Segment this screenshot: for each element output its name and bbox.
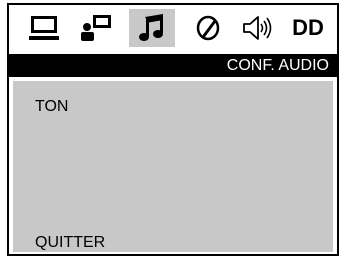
tab-bar: DD — [9, 5, 337, 53]
menu-item-ton[interactable]: TON — [35, 98, 68, 116]
tab-general[interactable] — [21, 9, 67, 47]
tab-audio[interactable] — [129, 9, 175, 47]
person-monitor-icon — [81, 15, 111, 41]
monitor-icon — [29, 16, 59, 40]
page-title: CONF. AUDIO — [226, 57, 329, 74]
menu-panel: TON QUITTER — [13, 81, 333, 252]
tab-dolby-digital[interactable]: DD — [285, 9, 331, 47]
tab-speaker[interactable] — [235, 9, 281, 47]
menu-item-quitter[interactable]: QUITTER — [35, 234, 105, 252]
section-header: CONF. AUDIO — [9, 54, 337, 106]
speaker-icon — [243, 16, 272, 40]
slash-circle-icon — [196, 15, 220, 41]
dd-text-icon: DD — [292, 15, 324, 40]
audio-setup-dialog: DD CONF. AUDIO TON QUITTER — [7, 3, 339, 256]
tab-preference[interactable] — [185, 9, 231, 47]
music-note-icon — [139, 14, 163, 41]
tab-video[interactable] — [73, 9, 119, 47]
